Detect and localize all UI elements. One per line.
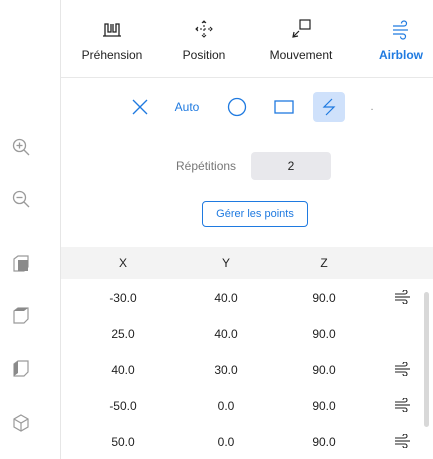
table-row[interactable]: 25.0 40.0 90.0	[61, 316, 433, 352]
table-row[interactable]: 50.0 0.0 90.0	[61, 424, 433, 459]
zoom-out-icon[interactable]	[10, 188, 32, 210]
table-row[interactable]: -50.0 0.0 90.0	[61, 388, 433, 424]
tab-label: Position	[182, 48, 226, 62]
table-row[interactable]: -30.0 40.0 90.0	[61, 280, 433, 316]
cell-y: 0.0	[217, 435, 235, 449]
manage-points-button[interactable]: Gérer les points	[202, 201, 308, 227]
airblow-icon	[373, 16, 429, 42]
cell-z: 90.0	[312, 363, 336, 377]
column-header-z: Z	[320, 256, 328, 270]
column-header-x: X	[118, 256, 127, 270]
rectangle-icon	[274, 100, 294, 114]
repetitions-label: Répétitions	[176, 159, 237, 173]
tab-mouvement[interactable]: Mouvement	[261, 16, 341, 68]
mode-rectangle[interactable]	[270, 92, 298, 122]
gripper-icon	[75, 16, 149, 42]
cell-x: 25.0	[111, 327, 135, 341]
movement-icon	[261, 16, 341, 42]
table-scrollbar[interactable]	[424, 292, 429, 427]
airblow-icon	[383, 361, 423, 379]
airblow-icon	[383, 433, 423, 451]
airblow-icon	[383, 289, 423, 307]
tab-label: Préhension	[81, 48, 143, 62]
repetitions-input[interactable]: 2	[251, 152, 331, 180]
table-row[interactable]: 40.0 30.0 90.0	[61, 352, 433, 388]
view-toolbar	[0, 0, 60, 459]
mode-circle[interactable]	[224, 92, 250, 122]
cell-x: -50.0	[109, 399, 137, 413]
cube-side-view-icon[interactable]	[10, 358, 32, 380]
mode-zigzag[interactable]	[313, 92, 345, 122]
tab-label: Mouvement	[269, 48, 333, 62]
cell-x: 40.0	[111, 363, 135, 377]
points-table-header: X Y Z	[61, 247, 433, 279]
cell-z: 90.0	[312, 435, 336, 449]
mode-selector: Auto .	[61, 92, 433, 124]
cell-z: 90.0	[312, 291, 336, 305]
tab-prehension[interactable]: Préhension	[75, 16, 149, 68]
move-arrows-icon	[174, 16, 234, 42]
cube-front-view-icon[interactable]	[10, 253, 32, 275]
tab-bar: Préhension Position Mouvement Airblow	[61, 0, 433, 78]
cell-x: 50.0	[111, 435, 135, 449]
settings-panel: Préhension Position Mouvement Airblow Au…	[60, 0, 433, 459]
mode-auto[interactable]: Auto	[171, 92, 203, 122]
zoom-in-icon[interactable]	[10, 136, 32, 158]
zigzag-icon	[322, 98, 336, 116]
cell-y: 40.0	[214, 291, 238, 305]
mode-point[interactable]: .	[365, 92, 379, 122]
airblow-icon	[383, 397, 423, 415]
cell-y: 40.0	[214, 327, 238, 341]
circle-icon	[227, 97, 247, 117]
cell-y: 30.0	[214, 363, 238, 377]
points-table-body: -30.0 40.0 90.0 25.0 40.0 90.0 40.0 30.0…	[61, 280, 433, 459]
cell-z: 90.0	[312, 399, 336, 413]
mode-none[interactable]	[127, 92, 153, 122]
cube-iso-view-icon[interactable]	[10, 412, 32, 434]
column-header-y: Y	[221, 256, 230, 270]
close-icon	[132, 99, 148, 115]
cell-y: 0.0	[217, 399, 235, 413]
cell-x: -30.0	[109, 291, 137, 305]
tab-label: Airblow	[379, 48, 423, 62]
tab-airblow[interactable]: Airblow	[373, 16, 429, 68]
cube-top-view-icon[interactable]	[10, 305, 32, 327]
repetitions-row: Répétitions 2	[61, 152, 433, 180]
cell-z: 90.0	[312, 327, 336, 341]
tab-position[interactable]: Position	[174, 16, 234, 68]
